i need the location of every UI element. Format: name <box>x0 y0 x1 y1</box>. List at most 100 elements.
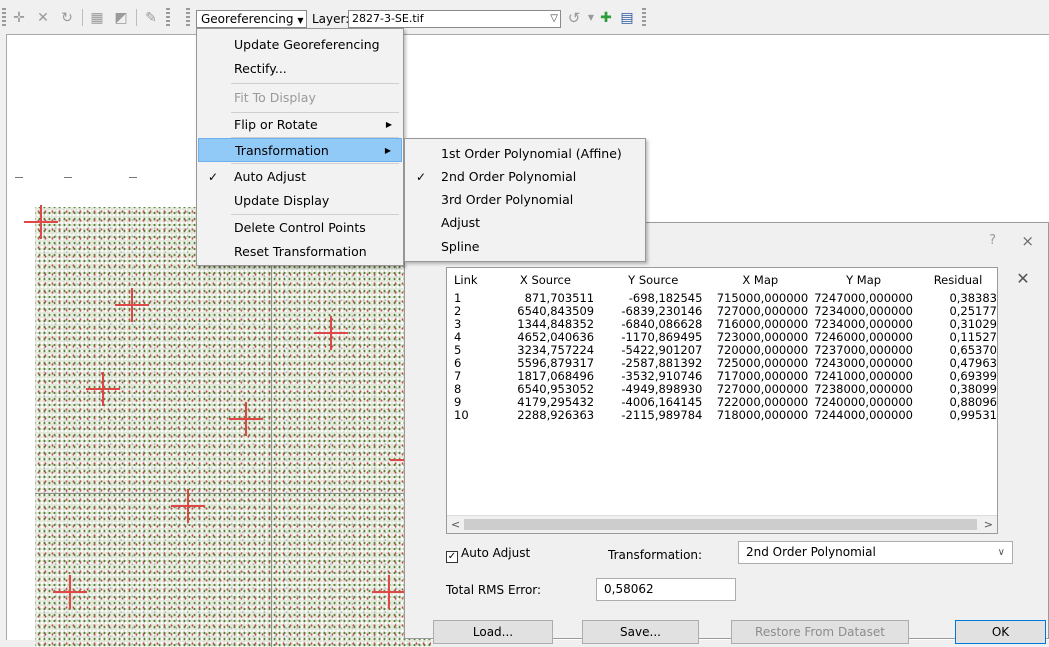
properties-icon[interactable]: ✎ <box>142 9 160 27</box>
toolbar-grip[interactable] <box>642 8 646 26</box>
add-control-points-icon[interactable]: ✛ <box>10 9 28 27</box>
transformation-select[interactable]: 2nd Order Polynomial ∨ <box>738 541 1013 564</box>
georeferencing-menu-label: Georeferencing <box>201 12 294 26</box>
submenu-item-spline[interactable]: Spline <box>406 235 644 259</box>
control-point-marker[interactable] <box>229 402 263 436</box>
rotate-tool-icon[interactable]: ↺ <box>565 9 583 27</box>
ok-button[interactable]: OK <box>955 620 1046 644</box>
scroll-right-icon[interactable]: > <box>984 516 993 533</box>
submenu-item-label: 3rd Order Polynomial <box>441 192 574 207</box>
transformation-label: Transformation: <box>608 548 703 562</box>
menu-item-flip-or-rotate[interactable]: Flip or Rotate ▶ <box>198 113 402 137</box>
control-point-marker[interactable] <box>314 316 348 350</box>
restore-from-dataset-button[interactable]: Restore From Dataset <box>731 620 909 644</box>
delete-link-button[interactable]: ✕ <box>1013 269 1033 289</box>
transformation-select-value: 2nd Order Polynomial <box>746 545 876 559</box>
save-button[interactable]: Save... <box>582 620 699 644</box>
chevron-right-icon: ▶ <box>384 146 391 155</box>
table-row[interactable]: 10 2288,926363 -2115,989784 718000,000000 72… <box>447 409 997 422</box>
help-button[interactable]: ? <box>989 233 996 248</box>
layer-select-value: 2827-3-SE.tif <box>352 12 424 25</box>
menu-item-update-display[interactable]: Update Display <box>198 189 402 213</box>
checkbox-check-icon: ✓ <box>446 551 458 563</box>
auto-adjust-checkbox[interactable]: ✓ Auto Adjust <box>446 546 530 563</box>
control-point-marker[interactable] <box>53 575 87 609</box>
georeferencing-menu: Update Georeferencing Rectify... Fit To … <box>196 28 404 266</box>
rms-error-label: Total RMS Error: <box>446 583 542 597</box>
submenu-item-2nd-order[interactable]: ✓ 2nd Order Polynomial <box>406 165 644 189</box>
menu-item-rectify[interactable]: Rectify... <box>198 57 402 81</box>
link-table-grid: Link X Source Y Source X Map Y Map Resid… <box>447 268 997 422</box>
menu-item-label: Reset Transformation <box>234 244 367 259</box>
view-link-table-icon[interactable]: ◩ <box>112 9 130 27</box>
column-header-residual[interactable]: Residual <box>919 268 997 292</box>
table-cell: 718000,000000 <box>716 408 809 422</box>
submenu-item-adjust[interactable]: Adjust <box>406 211 644 235</box>
table-cell: -2115,989784 <box>621 408 703 422</box>
menu-item-delete-control-points[interactable]: Delete Control Points <box>198 216 402 240</box>
control-point-marker[interactable] <box>24 205 58 239</box>
submenu-item-label: Spline <box>441 239 480 254</box>
grid-line <box>35 493 431 494</box>
control-point-marker[interactable] <box>115 288 149 322</box>
submenu-item-3rd-order[interactable]: 3rd Order Polynomial <box>406 188 644 212</box>
table-header-row: Link X Source Y Source X Map Y Map Resid… <box>447 268 997 292</box>
submenu-item-label: Adjust <box>441 215 481 230</box>
horizontal-scrollbar[interactable]: < > <box>447 515 997 533</box>
menu-item-label: Delete Control Points <box>234 220 366 235</box>
delete-link-icon[interactable]: ✕ <box>34 9 52 27</box>
toolbar-grip[interactable] <box>186 8 190 26</box>
menu-item-label: Fit To Display <box>234 90 316 105</box>
link-table[interactable]: Link X Source Y Source X Map Y Map Resid… <box>446 267 998 534</box>
menu-separator <box>231 214 399 215</box>
checkmark-icon: ✓ <box>416 170 427 184</box>
control-point-marker[interactable] <box>171 489 205 523</box>
control-point-marker[interactable] <box>372 575 406 609</box>
column-header-y-map[interactable]: Y Map <box>814 268 919 292</box>
link-table-dialog: ? × Link X Source Y Source X Map Y Map R… <box>404 222 1049 644</box>
column-header-link[interactable]: Link <box>447 268 497 292</box>
submenu-item-1st-order[interactable]: 1st Order Polynomial (Affine) <box>406 142 644 166</box>
rms-error-field: 0,58062 <box>596 578 736 601</box>
menu-item-update-georeferencing[interactable]: Update Georeferencing <box>198 33 402 57</box>
menu-item-fit-to-display: Fit To Display <box>198 86 402 110</box>
menu-item-label: Transformation <box>235 143 329 158</box>
toolbar-grip[interactable] <box>166 8 170 26</box>
add-control-point-tool-icon[interactable]: ✚ <box>597 9 615 27</box>
column-header-x-map[interactable]: X Map <box>712 268 814 292</box>
menu-separator <box>231 163 399 164</box>
scrollbar-thumb[interactable] <box>464 519 977 530</box>
menu-item-auto-adjust[interactable]: ✓ Auto Adjust <box>198 165 402 189</box>
georeferencing-toolbar: ✛ ✕ ↻ ▦ ◩ ✎ Georeferencing ▼ Layer: 2827… <box>0 0 1049 34</box>
link-table-icon[interactable]: ▤ <box>618 9 636 27</box>
map-dash <box>129 177 137 178</box>
toolbar-grip[interactable] <box>2 8 6 26</box>
map-dash <box>64 177 72 178</box>
menu-item-label: Update Display <box>234 193 330 208</box>
menu-item-label: Rectify... <box>234 61 287 76</box>
submenu-item-label: 1st Order Polynomial (Affine) <box>441 146 622 161</box>
column-header-y-source[interactable]: Y Source <box>604 268 712 292</box>
chevron-down-icon: ▼ <box>297 16 304 25</box>
toolbar-separator <box>136 9 137 26</box>
scroll-left-icon[interactable]: < <box>451 516 460 533</box>
load-button[interactable]: Load... <box>433 620 553 644</box>
column-header-x-source[interactable]: X Source <box>497 268 604 292</box>
menu-item-label: Update Georeferencing <box>234 37 380 52</box>
menu-item-label: Auto Adjust <box>234 169 307 184</box>
menu-item-transformation[interactable]: Transformation ▶ <box>198 138 402 162</box>
layer-select[interactable]: 2827-3-SE.tif ▽ <box>348 10 561 28</box>
control-point-marker[interactable] <box>86 372 120 406</box>
menu-item-label: Flip or Rotate <box>234 117 318 132</box>
menu-item-reset-transformation[interactable]: Reset Transformation <box>198 240 402 264</box>
close-button[interactable]: × <box>1021 232 1034 250</box>
table-icon[interactable]: ▦ <box>88 9 106 27</box>
table-cell: 10 <box>454 408 469 422</box>
menu-separator <box>231 83 399 84</box>
table-cell: 0,99531 <box>949 408 997 422</box>
table-cell: 7244000,000000 <box>814 408 913 422</box>
rotate-icon[interactable]: ↻ <box>58 9 76 27</box>
georeferencing-menu-button[interactable]: Georeferencing ▼ <box>196 10 307 28</box>
chevron-down-icon: ▽ <box>550 13 558 24</box>
toolbar-separator <box>82 9 83 26</box>
